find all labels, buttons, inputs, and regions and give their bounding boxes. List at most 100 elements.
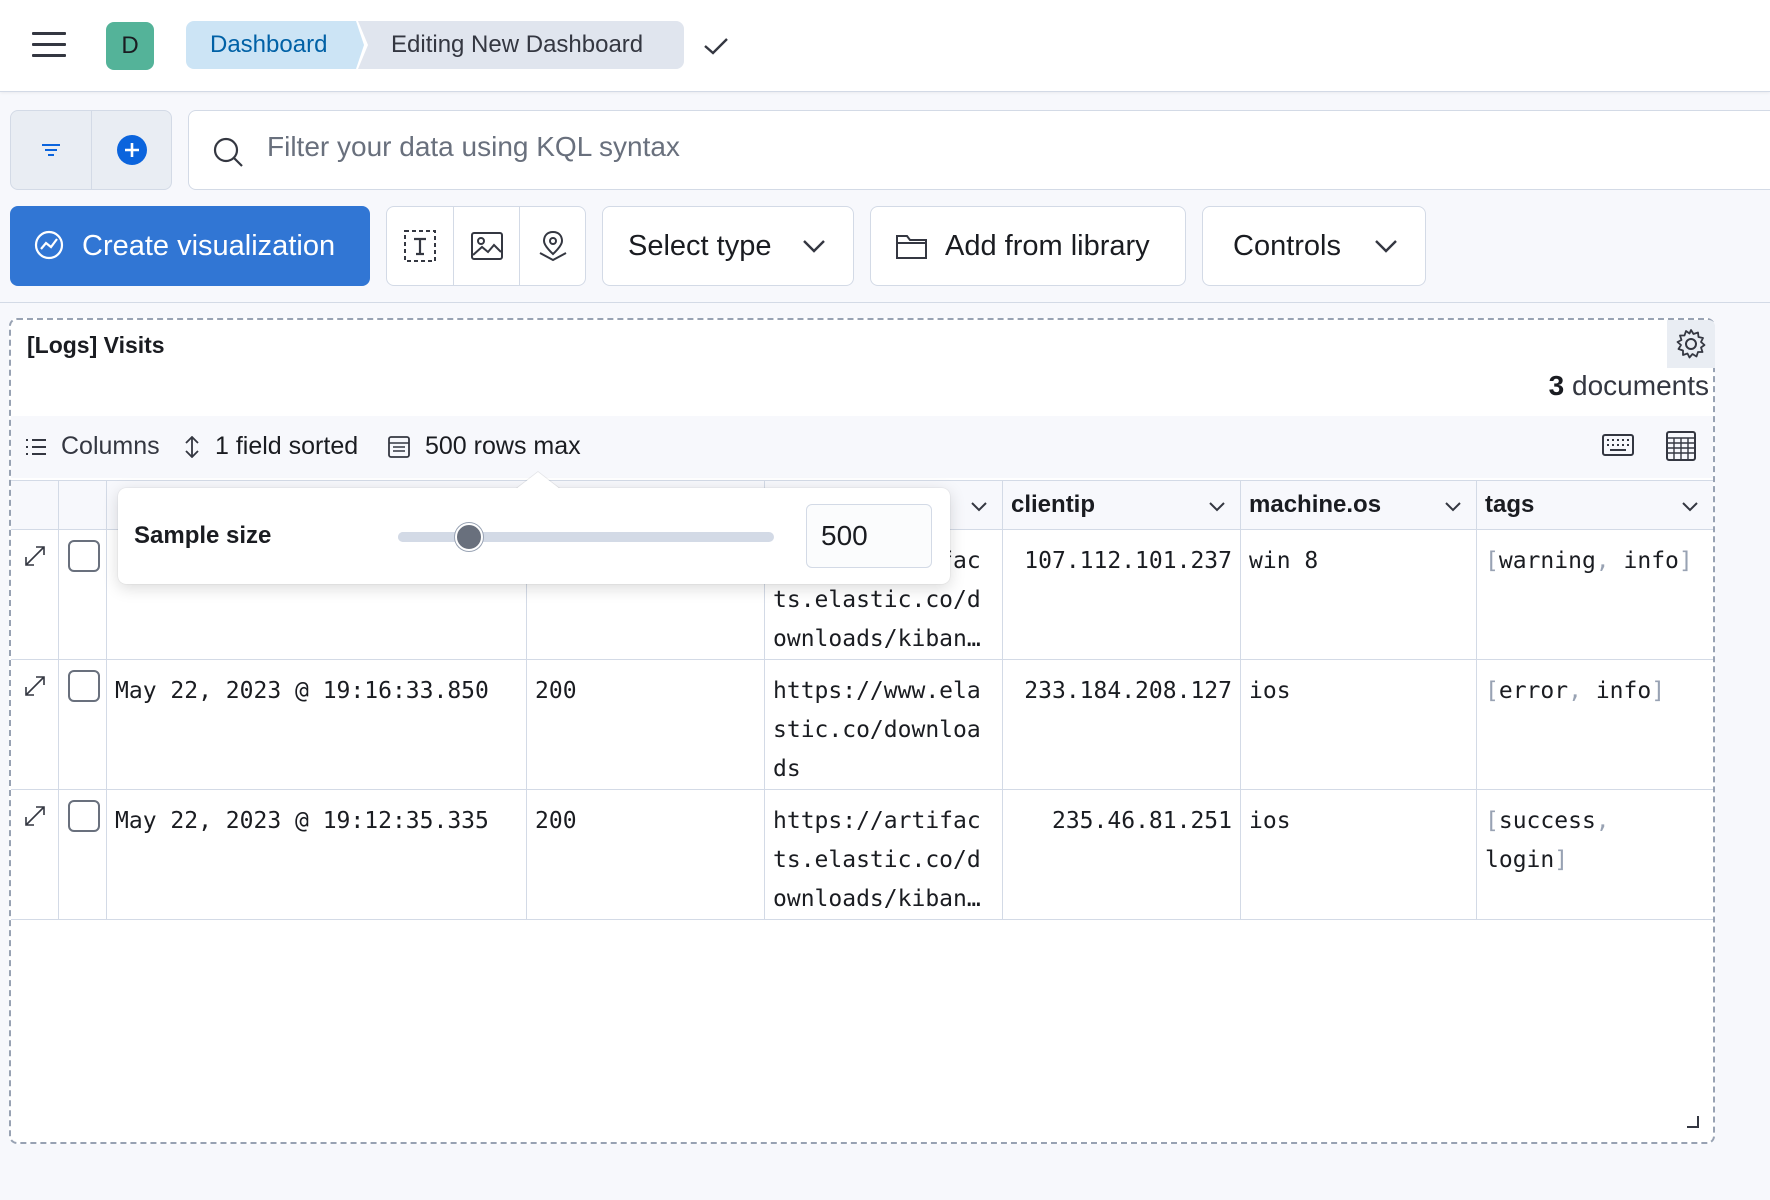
- timestamp-cell: May 22, 2023 @ 19:16:33.850: [107, 660, 527, 789]
- row-control-cell: [11, 660, 59, 789]
- chevron-down-icon: [1375, 240, 1397, 253]
- clientip-cell: 233.184.208.127: [1003, 660, 1241, 789]
- table-icon: [388, 435, 410, 458]
- breadcrumb-dashboard[interactable]: Dashboard: [186, 21, 364, 69]
- sample-size-label: Sample size: [134, 522, 272, 549]
- columns-label: Columns: [61, 432, 160, 460]
- filter-menu-button[interactable]: [11, 111, 91, 189]
- tags-cell: [error, info]: [1485, 678, 1666, 704]
- table-row: May 22, 2023 @ 19:12:35.335 200 https://…: [11, 790, 1713, 920]
- clientip-cell: 235.46.81.251: [1003, 790, 1241, 919]
- row-select-cell: [59, 790, 107, 919]
- chevron-down-icon: [1445, 502, 1461, 512]
- add-filter-button[interactable]: [91, 111, 171, 189]
- create-visualization-button[interactable]: Create visualization: [10, 206, 370, 286]
- header-label: clientip: [1011, 491, 1096, 518]
- saved-search-panel: [Logs] Visits 3 documents Columns 1 fiel…: [9, 318, 1715, 1144]
- tag-value: error: [1498, 678, 1569, 704]
- expand-icon[interactable]: [23, 544, 47, 568]
- keyboard-icon: [1602, 434, 1634, 456]
- sample-size-slider[interactable]: [398, 523, 774, 551]
- map-icon: [539, 230, 566, 262]
- check-icon: [704, 38, 728, 55]
- tag-value: info: [1623, 548, 1679, 574]
- rows-max-button[interactable]: 500 rows max: [387, 432, 581, 461]
- image-icon: [470, 232, 503, 260]
- space-avatar[interactable]: D: [106, 22, 154, 70]
- os-cell: ios: [1241, 660, 1477, 789]
- rows-max-label: 500 rows max: [425, 432, 581, 460]
- panel-options-button[interactable]: [1667, 320, 1715, 368]
- response-cell: 200: [527, 660, 765, 789]
- toolbar-divider: [0, 302, 1770, 303]
- grid-density-icon: [1666, 431, 1696, 461]
- clientip-cell: 107.112.101.237: [1003, 530, 1241, 659]
- gear-icon: [1676, 329, 1706, 359]
- header-select-cell: [59, 481, 107, 529]
- os-cell: win 8: [1241, 530, 1477, 659]
- row-checkbox[interactable]: [68, 800, 100, 832]
- tag-value: success: [1498, 808, 1596, 834]
- data-grid-toolbar: Columns 1 field sorted 500 rows max: [11, 416, 1713, 478]
- row-checkbox[interactable]: [68, 670, 100, 702]
- document-count-suffix: documents: [1564, 370, 1709, 401]
- sort-icon: [185, 435, 199, 458]
- create-visualization-label: Create visualization: [82, 229, 336, 262]
- slider-thumb[interactable]: [455, 523, 484, 551]
- chevron-down-icon: [803, 240, 825, 253]
- document-count-value: 3: [1548, 370, 1565, 401]
- tags-cell: [warning, info]: [1485, 548, 1693, 574]
- timestamp-cell: May 22, 2023 @ 19:12:35.335: [107, 790, 527, 919]
- expand-icon[interactable]: [23, 674, 47, 698]
- keyboard-shortcuts-button[interactable]: [1601, 430, 1635, 465]
- sort-fields-button[interactable]: 1 field sorted: [183, 432, 358, 461]
- url-value: https://artifacts.elastic.co/downloads/k…: [773, 808, 981, 912]
- sample-size-input[interactable]: [806, 504, 932, 568]
- chevron-down-icon: [1209, 502, 1225, 512]
- add-from-library-label: Add from library: [945, 229, 1150, 262]
- tag-value: info: [1595, 678, 1652, 704]
- text-icon: [404, 230, 436, 262]
- url-cell: https://artifacts.elastic.co/downloads/k…: [765, 790, 1003, 919]
- menu-icon[interactable]: [32, 32, 66, 58]
- sorted-label: 1 field sorted: [215, 432, 359, 460]
- top-header: D Dashboard Editing New Dashboard: [0, 0, 1770, 92]
- sample-size-popover: Sample size: [118, 472, 950, 584]
- controls-label: Controls: [1233, 229, 1341, 262]
- columns-button[interactable]: Columns: [25, 432, 160, 461]
- url-cell: https://www.elastic.co/downloads: [765, 660, 1003, 789]
- row-checkbox[interactable]: [68, 540, 100, 572]
- header-control-cell: [11, 481, 59, 529]
- tags-cell: [success, login]: [1485, 808, 1610, 873]
- filter-button-group: [10, 110, 172, 190]
- add-image-button[interactable]: [453, 207, 519, 285]
- add-from-library-button[interactable]: Add from library: [870, 206, 1186, 286]
- popover-arrow: [516, 472, 560, 489]
- header-tags[interactable]: tags: [1477, 481, 1713, 529]
- filter-icon: [42, 144, 60, 156]
- quick-add-group: [386, 206, 586, 286]
- header-label: machine.os: [1249, 491, 1382, 518]
- row-select-cell: [59, 660, 107, 789]
- panel-resize-handle[interactable]: [1687, 1116, 1699, 1128]
- search-input[interactable]: [267, 131, 1467, 163]
- folder-icon: [896, 235, 927, 259]
- visualize-icon: [34, 230, 64, 260]
- add-text-button[interactable]: [387, 207, 453, 285]
- header-label: tags: [1485, 491, 1535, 518]
- tag-value: login: [1485, 847, 1555, 873]
- row-control-cell: [11, 530, 59, 659]
- expand-icon[interactable]: [23, 804, 47, 828]
- select-type-dropdown[interactable]: Select type: [602, 206, 854, 286]
- kql-search-bar[interactable]: [188, 110, 1770, 190]
- header-clientip[interactable]: clientip: [1003, 481, 1241, 529]
- header-machine-os[interactable]: machine.os: [1241, 481, 1477, 529]
- os-cell: ios: [1241, 790, 1477, 919]
- row-select-cell: [59, 530, 107, 659]
- response-cell: 200: [527, 790, 765, 919]
- controls-dropdown[interactable]: Controls: [1202, 206, 1426, 286]
- panel-title: [Logs] Visits: [27, 332, 165, 358]
- list-icon: [26, 438, 46, 455]
- display-selector-button[interactable]: [1665, 430, 1697, 467]
- add-map-button[interactable]: [519, 207, 585, 285]
